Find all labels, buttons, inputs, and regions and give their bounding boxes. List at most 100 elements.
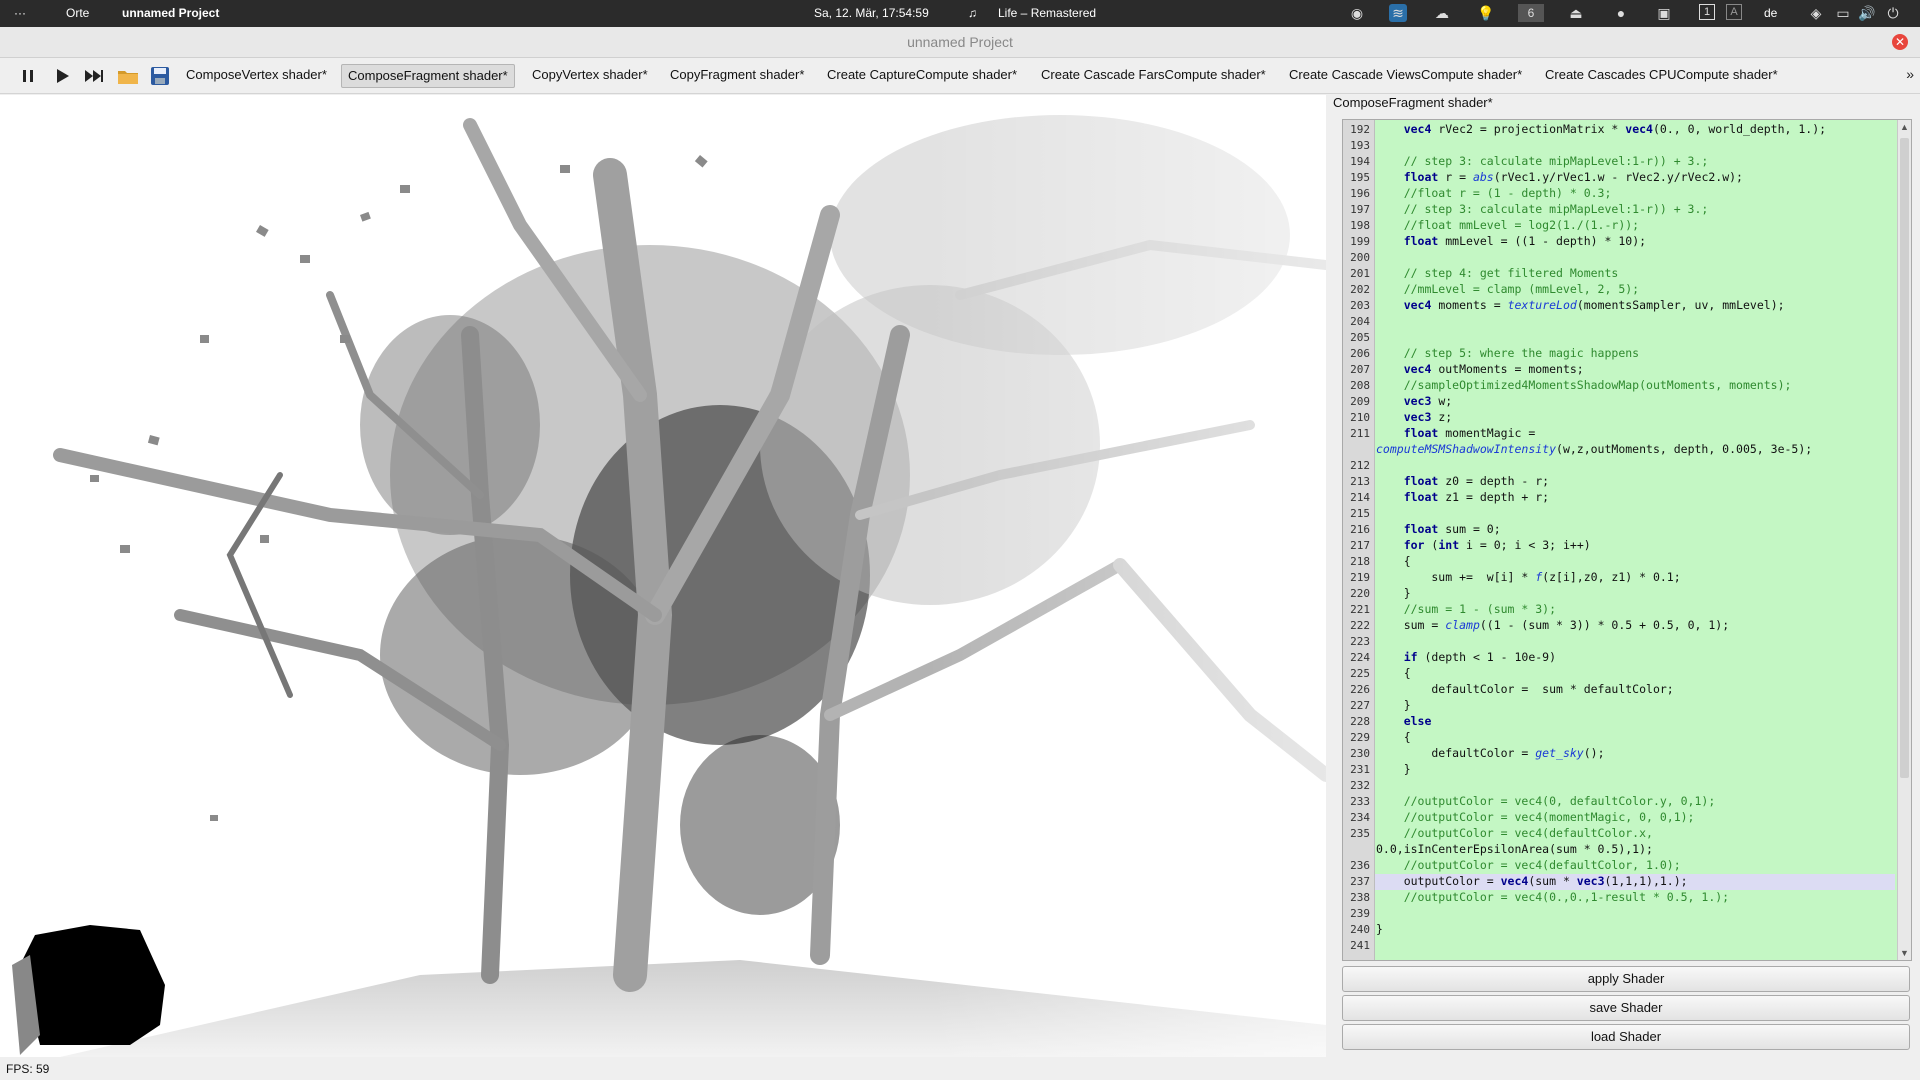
code-line[interactable]: { (1376, 730, 1411, 744)
code-line[interactable]: float mmLevel = ((1 - depth) * 10); (1376, 234, 1646, 248)
music-note-icon[interactable]: ♫ (968, 6, 977, 20)
pause-icon[interactable] (16, 64, 40, 88)
code-line[interactable]: else (1376, 714, 1432, 728)
tab-create-cascades-cpucompute-shader[interactable]: Create Cascades CPUCompute shader* (1539, 64, 1784, 86)
tray-badge-a[interactable]: A (1726, 4, 1742, 20)
tab-composevertex-shader[interactable]: ComposeVertex shader* (180, 64, 333, 86)
line-number: 206 (1350, 347, 1370, 360)
cloud-sync-icon[interactable]: ☁ (1433, 4, 1451, 22)
code-line[interactable]: } (1376, 762, 1411, 776)
chrome-icon[interactable]: ◉ (1348, 4, 1366, 22)
tray-badge-1[interactable]: 1 (1699, 4, 1715, 20)
tab-create-capturecompute-shader[interactable]: Create CaptureCompute shader* (821, 64, 1023, 86)
code-line[interactable]: defaultColor = sum * defaultColor; (1376, 682, 1673, 696)
line-number: 237 (1350, 875, 1370, 888)
scroll-up-arrow-icon[interactable]: ▲ (1900, 122, 1909, 132)
code-line[interactable]: //mmLevel = clamp (mmLevel, 2, 5); (1376, 282, 1639, 296)
code-line[interactable]: float z0 = depth - r; (1376, 474, 1549, 488)
tab-composefragment-shader[interactable]: ComposeFragment shader* (341, 64, 515, 88)
apply-shader-button[interactable]: apply Shader (1342, 966, 1910, 992)
code-line[interactable]: //float mmLevel = log2(1./(1.-r)); (1376, 218, 1639, 232)
line-number: 223 (1350, 635, 1370, 648)
code-line[interactable]: //outputColor = vec4(momentMagic, 0, 0,1… (1376, 810, 1695, 824)
tab-create-cascade-farscompute-shader[interactable]: Create Cascade FarsCompute shader* (1035, 64, 1272, 86)
line-number: 194 (1350, 155, 1370, 168)
status-bar: FPS: 59 (0, 1058, 1920, 1080)
editor-vertical-scrollbar[interactable]: ▲ ▼ (1897, 120, 1911, 960)
code-line[interactable]: vec3 z; (1376, 410, 1452, 424)
code-line[interactable]: vec3 w; (1376, 394, 1452, 408)
save-icon[interactable] (148, 64, 172, 88)
line-number: 226 (1350, 683, 1370, 696)
network-icon[interactable]: ◈ (1807, 4, 1825, 22)
code-line[interactable]: float sum = 0; (1376, 522, 1501, 536)
code-line[interactable]: //sum = 1 - (sum * 3); (1376, 602, 1556, 616)
code-line[interactable]: defaultColor = get_sky(); (1376, 746, 1604, 760)
lightbulb-icon[interactable]: 💡 (1477, 4, 1495, 22)
line-number: 212 (1350, 459, 1370, 472)
window-title: unnamed Project (907, 34, 1013, 50)
line-number: 230 (1350, 747, 1370, 760)
code-line[interactable]: // step 3: calculate mipMapLevel:1-r)) +… (1376, 202, 1709, 216)
code-line[interactable]: { (1376, 554, 1411, 568)
code-line[interactable]: //outputColor = vec4(0.,0.,1-result * 0.… (1376, 890, 1729, 904)
code-line[interactable]: vec4 outMoments = moments; (1376, 362, 1584, 376)
places-menu[interactable]: Orte (66, 6, 89, 20)
code-line[interactable]: float r = abs(rVec1.y/rVec1.w - rVec2.y/… (1376, 170, 1743, 184)
tab-copyvertex-shader[interactable]: CopyVertex shader* (526, 64, 654, 86)
spotify-icon[interactable]: ≋ (1389, 4, 1407, 22)
code-line[interactable]: sum = clamp((1 - (sum * 3)) * 0.5 + 0.5,… (1376, 618, 1729, 632)
clock[interactable]: Sa, 12. Mär, 17:54:59 (814, 6, 929, 20)
close-icon[interactable]: ✕ (1892, 34, 1908, 50)
code-line[interactable]: //float r = (1 - depth) * 0.3; (1376, 186, 1612, 200)
code-line[interactable]: sum += w[i] * f(z[i],z0, z1) * 0.1; (1376, 570, 1680, 584)
scrollbar-thumb[interactable] (1900, 138, 1909, 778)
tab-overflow-chevron-icon[interactable]: » (1906, 66, 1914, 82)
code-line[interactable]: //sampleOptimized4MomentsShadowMap(outMo… (1376, 378, 1792, 392)
code-line[interactable]: } (1376, 698, 1411, 712)
power-icon[interactable]: ⏻ (1884, 4, 1902, 22)
code-line[interactable]: vec4 rVec2 = projectionMatrix * vec4(0.,… (1376, 122, 1826, 136)
eject-icon[interactable]: ⏏ (1567, 4, 1585, 22)
line-number: 227 (1350, 699, 1370, 712)
display-icon[interactable]: ▭ (1834, 4, 1852, 22)
render-viewport[interactable] (0, 95, 1326, 1057)
line-number: 240 (1350, 923, 1370, 936)
line-number: 196 (1350, 187, 1370, 200)
code-line[interactable]: computeMSMShadwowIntensity(w,z,outMoment… (1376, 442, 1812, 456)
keyboard-layout[interactable]: de (1764, 6, 1777, 20)
active-app-name[interactable]: unnamed Project (122, 6, 219, 20)
tab-create-cascade-viewscompute-shader[interactable]: Create Cascade ViewsCompute shader* (1283, 64, 1528, 86)
code-line[interactable]: 0.0,isInCenterEpsilonArea(sum * 0.5),1); (1376, 842, 1653, 856)
play-icon[interactable] (50, 64, 74, 88)
workspace-indicator[interactable]: 6 (1518, 4, 1544, 22)
steam-icon[interactable]: ● (1612, 4, 1630, 22)
code-line[interactable]: if (depth < 1 - 10e-9) (1376, 650, 1556, 664)
code-line[interactable]: { (1376, 666, 1411, 680)
code-line[interactable]: float z1 = depth + r; (1376, 490, 1549, 504)
code-line[interactable]: //outputColor = vec4(defaultColor.x, (1376, 826, 1653, 840)
scroll-down-arrow-icon[interactable]: ▼ (1900, 948, 1909, 958)
line-number: 234 (1350, 811, 1370, 824)
code-line[interactable]: // step 5: where the magic happens (1376, 346, 1639, 360)
clipboard-icon[interactable]: ▣ (1655, 4, 1673, 22)
code-line[interactable]: // step 3: calculate mipMapLevel:1-r)) +… (1376, 154, 1709, 168)
folder-icon[interactable] (116, 64, 140, 88)
menu-dots[interactable]: ··· (14, 6, 26, 20)
save-shader-button[interactable]: save Shader (1342, 995, 1910, 1021)
load-shader-button[interactable]: load Shader (1342, 1024, 1910, 1050)
code-line[interactable]: } (1376, 586, 1411, 600)
skip-forward-icon[interactable] (82, 64, 106, 88)
code-line[interactable]: //outputColor = vec4(defaultColor, 1.0); (1376, 858, 1681, 872)
now-playing[interactable]: Life – Remastered (998, 6, 1096, 20)
code-line[interactable]: // step 4: get filtered Moments (1376, 266, 1619, 280)
code-line[interactable]: //outputColor = vec4(0, defaultColor.y, … (1376, 794, 1716, 808)
code-line[interactable]: for (int i = 0; i < 3; i++) (1376, 538, 1591, 552)
code-line[interactable]: outputColor = vec4(sum * vec3(1,1,1),1.)… (1376, 874, 1688, 888)
code-line[interactable]: } (1376, 922, 1383, 936)
shader-code-editor[interactable]: 192 193 194 195 196 197 198 199 200 201 202 203 204 2… (1342, 119, 1912, 961)
tab-copyfragment-shader[interactable]: CopyFragment shader* (664, 64, 810, 86)
code-line[interactable]: vec4 moments = textureLod(momentsSampler… (1376, 298, 1785, 312)
volume-icon[interactable]: 🔊 (1858, 4, 1876, 22)
code-line[interactable]: float momentMagic = (1376, 426, 1536, 440)
